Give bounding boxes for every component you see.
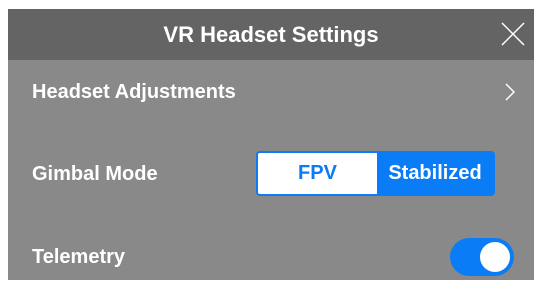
- gimbal-mode-fpv-option[interactable]: FPV: [258, 153, 377, 194]
- dialog-header: VR Headset Settings: [8, 9, 534, 60]
- dialog-title: VR Headset Settings: [163, 22, 379, 47]
- close-icon: [500, 21, 526, 47]
- gimbal-mode-segmented-control: FPV Stabilized: [256, 151, 495, 196]
- telemetry-toggle[interactable]: [450, 238, 514, 276]
- headset-adjustments-row[interactable]: Headset Adjustments: [8, 71, 534, 113]
- settings-dialog: VR Headset Settings Headset Adjustments …: [8, 9, 534, 280]
- toggle-knob: [480, 242, 510, 272]
- telemetry-label: Telemetry: [32, 246, 126, 268]
- gimbal-mode-stabilized-option[interactable]: Stabilized: [377, 153, 493, 194]
- gimbal-mode-label: Gimbal Mode: [32, 163, 158, 185]
- close-button[interactable]: [500, 21, 526, 47]
- chevron-right-icon: [504, 82, 516, 102]
- headset-adjustments-label: Headset Adjustments: [32, 81, 236, 103]
